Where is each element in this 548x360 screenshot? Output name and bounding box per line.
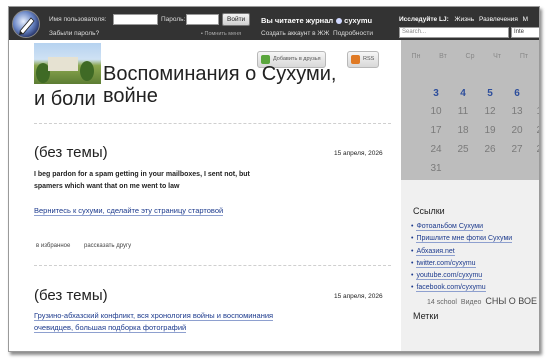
create-account-link[interactable]: Создать аккаунт в ЖЖ (261, 30, 329, 37)
sidebar-link-label: twitter.com/cyxymu (416, 259, 476, 268)
make-start-page-link[interactable]: Вернитесь к сухуми, сделайте эту страниц… (34, 205, 334, 217)
calendar-day: 14 (529, 106, 539, 117)
journal-title-line2: и боли (34, 88, 96, 110)
post-body-line: I beg pardon for a spam getting in your … (34, 171, 250, 178)
calendar-day[interactable]: 6 (504, 88, 530, 99)
sidebar-link[interactable]: Пришлите мне фотки Сухуми (411, 233, 513, 245)
sidebar-link-label: Абхазия.net (416, 247, 455, 256)
explore-link-entertainment[interactable]: Развлечения (479, 16, 518, 23)
calendar-day: 10 (430, 106, 442, 117)
login-button[interactable]: Войти (222, 13, 251, 26)
sidebar-link-label: facebook.com/cyxymu (416, 284, 486, 293)
journal-title-line1: Воспоминания о Сухуми, войне (103, 63, 337, 107)
links-list: Фотоальбом Сухуми Пришлите мне фотки Сух… (411, 221, 513, 295)
weekday-label: Чт (493, 53, 501, 60)
weekday-label: Пт (519, 53, 529, 60)
tag-link[interactable]: 14 school (427, 299, 457, 306)
reading-label: Вы читаете журнал (261, 16, 334, 25)
tags-title: Метки (413, 311, 439, 321)
search-input[interactable]: Search... (399, 27, 509, 38)
remember-me-checkbox[interactable]: ▪ Помнить меня (201, 31, 241, 37)
tag-cloud: 14 school Видео СНЫ О ВОЕ (427, 296, 537, 306)
user-icon (336, 18, 343, 24)
weekday-label: Вт (439, 53, 447, 60)
forgot-password-link[interactable]: Забыли пароль? (49, 30, 99, 37)
calendar-day[interactable]: 3 (423, 88, 449, 99)
sidebar-link[interactable]: Фотоальбом Сухуми (411, 221, 512, 233)
userpic-building (48, 57, 78, 71)
sidebar-link[interactable]: twitter.com/cyxymu (411, 258, 512, 270)
post-heading[interactable]: (без темы) (34, 287, 108, 304)
tag-link[interactable]: Видео (461, 299, 481, 306)
sidebar-link-label: Пришлите мне фотки Сухуми (416, 235, 513, 244)
calendar-day: 11 (457, 106, 469, 117)
browser-page: Имя пользователя: Пароль: Войти Забыли п… (8, 6, 540, 352)
weekday-label: Ср (465, 53, 475, 60)
password-label: Пароль: (161, 16, 186, 23)
tag-link[interactable]: СНЫ О ВОЕ (485, 296, 537, 306)
explore-link-more[interactable]: М (523, 16, 528, 23)
calendar-day: 31 (430, 163, 442, 174)
calendar-day: 21 (529, 125, 539, 136)
post-body: I beg pardon for a spam getting in your … (34, 169, 334, 193)
post-link-line: очевидцев, большая подборка фотографий (34, 323, 187, 333)
divider (34, 265, 391, 266)
post-link[interactable]: Грузино-абхазский конфликт, вся хронолог… (34, 310, 334, 334)
username-input[interactable] (113, 14, 158, 25)
journal-user-link[interactable]: cyxymu (344, 16, 372, 25)
calendar-day: 26 (484, 144, 496, 155)
sidebar-link-label: Фотоальбом Сухуми (416, 223, 484, 231)
sidebar-link[interactable]: youtube.com/cyxymu (411, 270, 512, 282)
journal-userpic[interactable] (34, 43, 101, 84)
userpic-tree (80, 61, 94, 81)
explore-menu: Исследуйте LJ: Жизнь Развлечения М (399, 16, 528, 23)
sidebar-link-label: youtube.com/cyxymu (416, 272, 483, 281)
details-link[interactable]: Подробности (333, 30, 373, 37)
post-link-line: Грузино-абхазский конфликт, вся хронолог… (34, 311, 274, 321)
password-input[interactable] (186, 14, 219, 25)
calendar-day: 27 (511, 144, 523, 155)
rss-label: RSS (363, 56, 375, 62)
calendar-day[interactable]: 5 (477, 88, 503, 99)
add-to-favorites-link[interactable]: в избранное (36, 243, 70, 249)
reading-journal: Вы читаете журнал cyxymu (261, 16, 372, 25)
remember-me-label: Помнить меня (204, 31, 242, 37)
explore-link-life[interactable]: Жизнь (455, 16, 475, 23)
weekday-label: Пн (411, 53, 421, 60)
post-heading[interactable]: (без темы) (34, 144, 108, 161)
calendar-day: 28 (529, 144, 539, 155)
calendar-day: 25 (457, 144, 469, 155)
calendar: Пн Вт Ср Чт Пт 3 4 5 6 10 11 12 13 14 17… (401, 40, 539, 180)
sidebar-link[interactable]: Абхазия.net (411, 246, 512, 258)
sidebar-link[interactable]: facebook.com/cyxymu (411, 282, 512, 294)
lj-topbar: Имя пользователя: Пароль: Войти Забыли п… (9, 7, 539, 40)
search-scope-select[interactable]: Inte (511, 27, 539, 38)
make-start-page-label: Вернитесь к сухуми, сделайте эту страниц… (34, 206, 224, 216)
post-date: 15 апреля, 2026 (334, 293, 383, 300)
account-links: Создать аккаунт в ЖЖ Подробности (261, 30, 373, 37)
tell-friend-link[interactable]: рассказать другу (84, 243, 131, 249)
calendar-day: 19 (484, 125, 496, 136)
calendar-day: 18 (457, 125, 469, 136)
calendar-day[interactable]: 4 (450, 88, 476, 99)
calendar-day: 12 (484, 106, 496, 117)
calendar-day: 17 (430, 125, 442, 136)
divider (34, 123, 391, 124)
username-label: Имя пользователя: (49, 16, 107, 23)
explore-label: Исследуйте LJ: (399, 16, 449, 23)
add-friend-label: Добавить в друзья (273, 56, 321, 62)
calendar-day: 13 (511, 106, 523, 117)
post-date: 15 апреля, 2026 (334, 150, 383, 157)
post-body-line: spamers which want that on me went to la… (34, 183, 180, 190)
calendar-day: 24 (430, 144, 442, 155)
lj-logo-icon[interactable] (12, 10, 40, 38)
calendar-day: 20 (511, 125, 523, 136)
links-title: Ссылки (413, 206, 445, 216)
